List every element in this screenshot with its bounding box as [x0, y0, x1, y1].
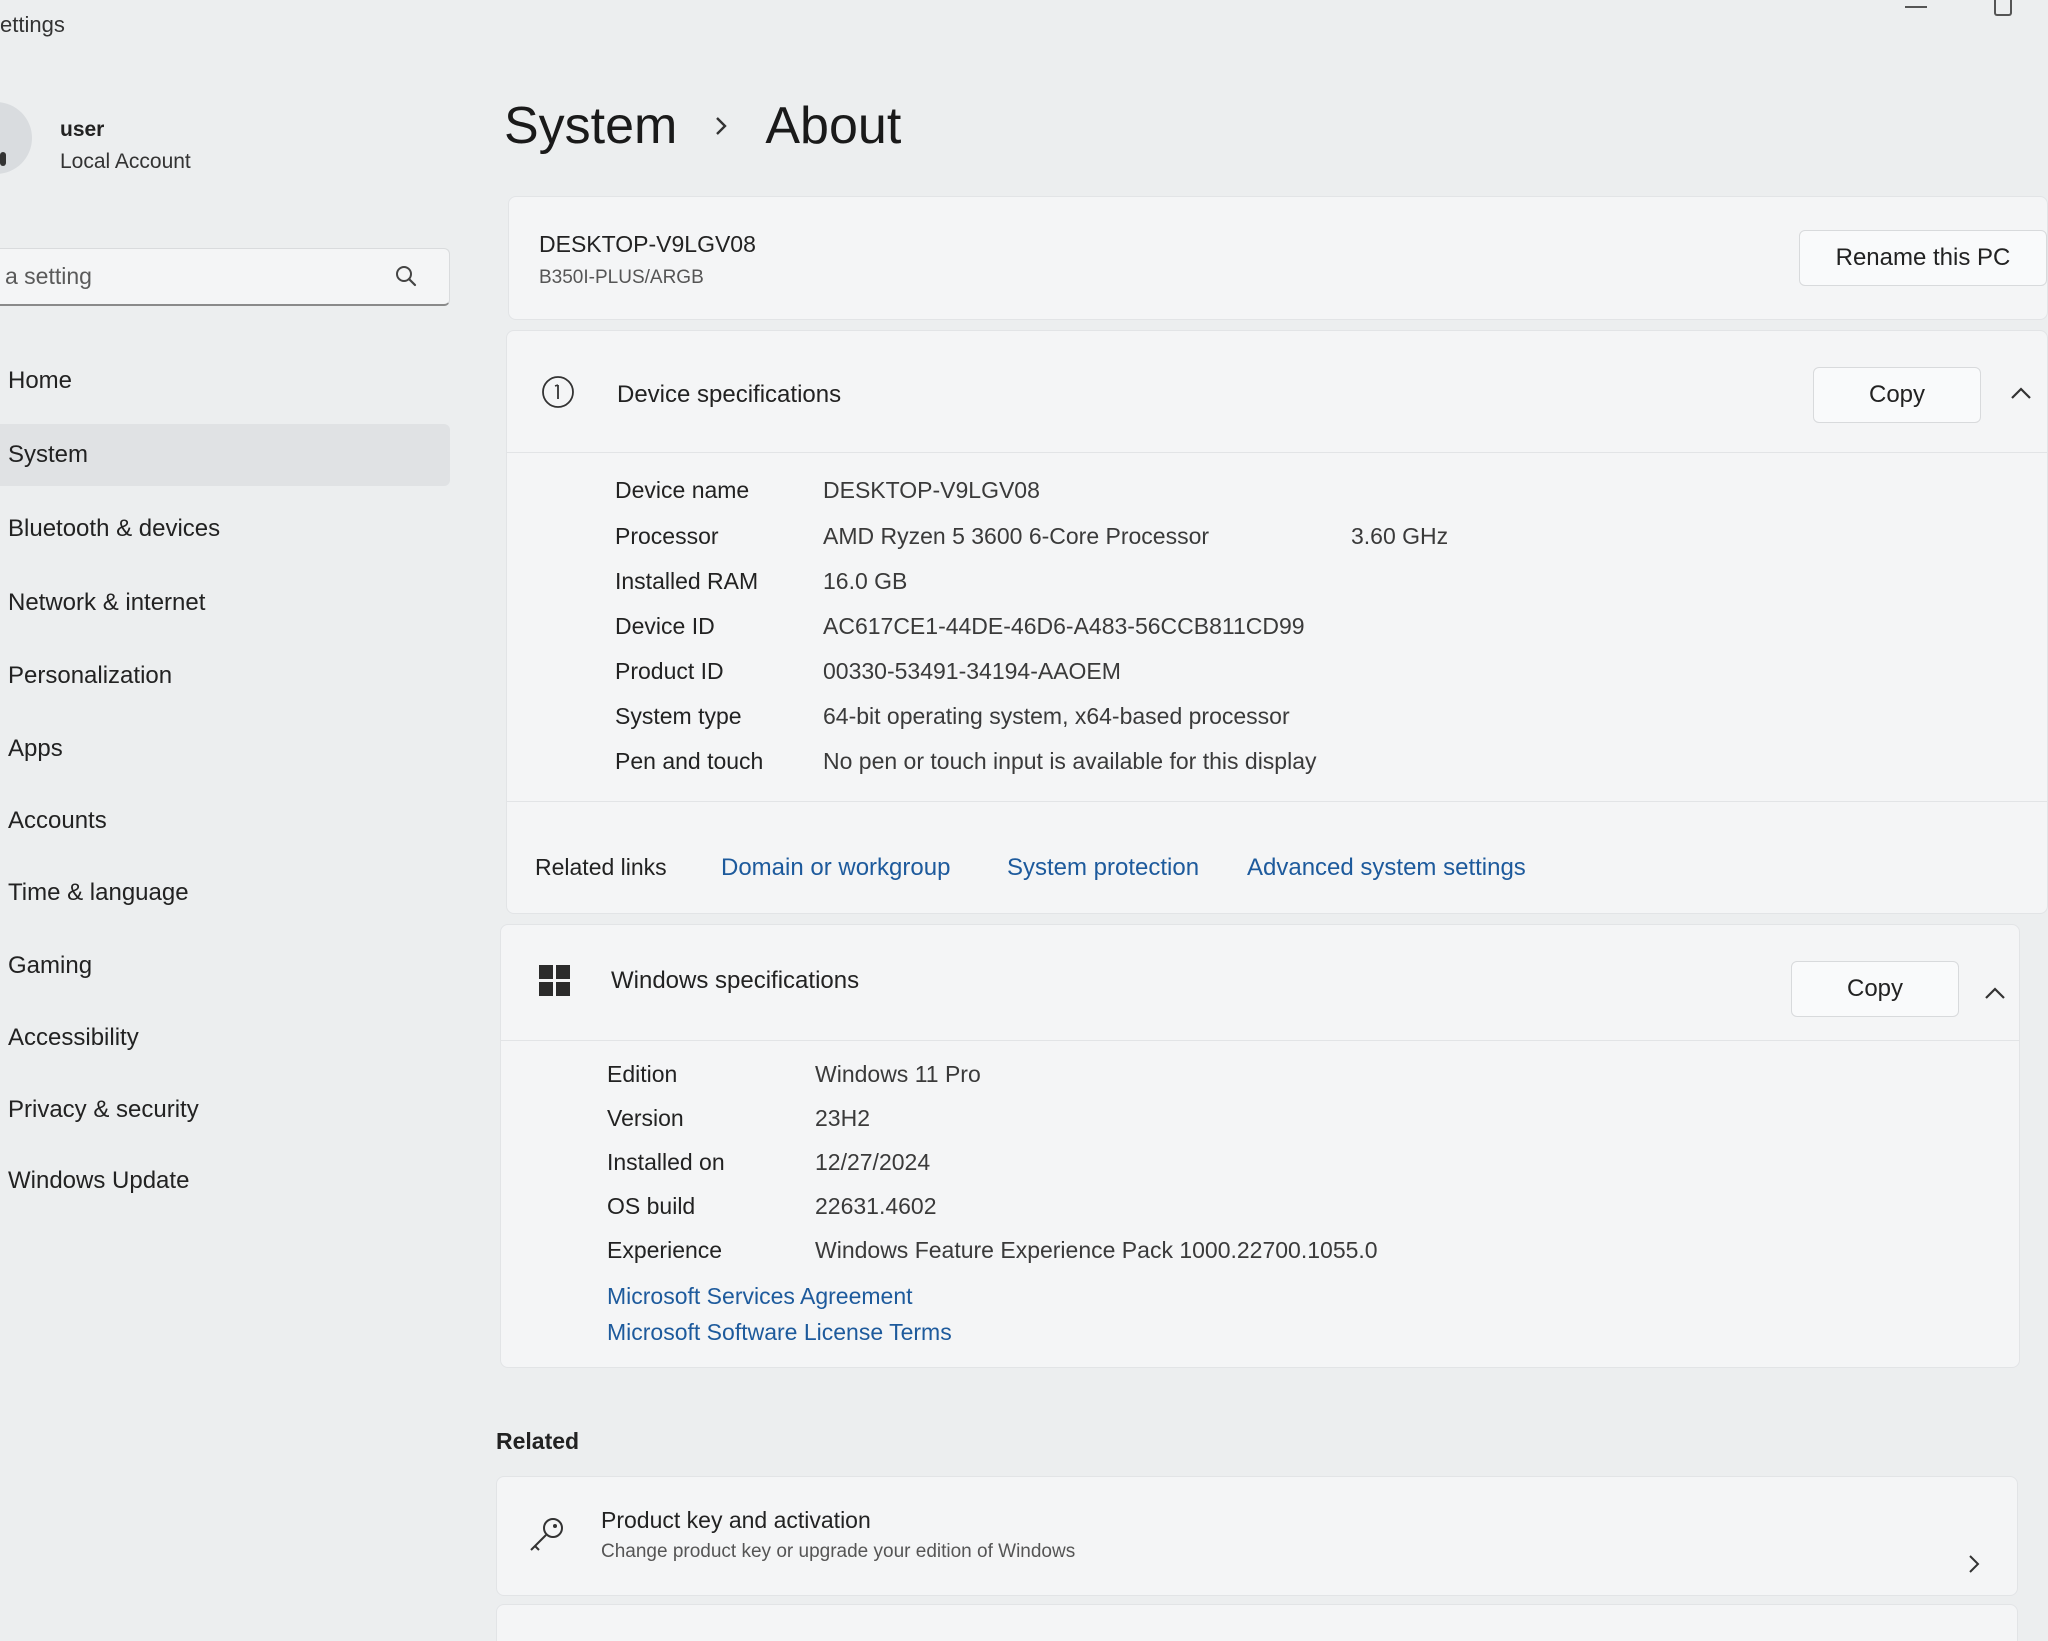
pc-model: B350I-PLUS/ARGB [539, 267, 704, 288]
chevron-up-icon[interactable] [2007, 381, 2035, 405]
user-account-type: Local Account [60, 150, 191, 173]
sidebar-item-system[interactable]: System [0, 424, 450, 486]
remote-desktop-card[interactable] [496, 1604, 2018, 1641]
breadcrumb-parent[interactable]: System [504, 96, 677, 156]
title-bar: ettings [0, 0, 2048, 50]
maximize-icon[interactable] [1994, 0, 2012, 16]
spec-value: 12/27/2024 [815, 1149, 931, 1175]
sidebar-item-privacy-security[interactable]: Privacy & security [0, 1079, 450, 1141]
device-specs-header[interactable]: Device specifications Copy [507, 331, 2047, 453]
spec-value: 22631.4602 [815, 1193, 937, 1219]
spec-label: OS build [607, 1193, 696, 1219]
key-icon [530, 1518, 563, 1551]
sidebar-item-bluetooth[interactable]: Bluetooth & devices [0, 498, 450, 560]
spec-label: Device name [615, 477, 750, 503]
spec-label: Installed on [607, 1149, 725, 1175]
spec-label: System type [615, 703, 742, 729]
spec-value: 64-bit operating system, x64-based proce… [823, 703, 1290, 729]
related-links-bar: Related links Domain or workgroup System… [507, 801, 2047, 915]
sidebar-item-home[interactable]: Home [0, 350, 450, 412]
chevron-right-icon [1969, 1555, 1980, 1573]
device-specifications-card: Device specifications Copy Device name D… [506, 330, 2048, 914]
windows-specs-header[interactable]: Windows specifications Copy [501, 925, 2019, 1041]
pc-name: DESKTOP-V9LGV08 [539, 231, 756, 257]
spec-label: Installed RAM [615, 568, 759, 594]
link-advanced-system-settings[interactable]: Advanced system settings [1247, 854, 1526, 882]
windows-specifications-card: Windows specifications Copy Edition Wind… [500, 924, 2020, 1368]
spec-label: Processor [615, 523, 719, 549]
sidebar-item-windows-update[interactable]: Windows Update [0, 1150, 450, 1212]
sidebar-item-accounts[interactable]: Accounts [0, 790, 450, 852]
spec-value: AC617CE1-44DE-46D6-A483-56CCB811CD99 [823, 613, 1305, 639]
spec-value: 00330-53491-34194-AAOEM [823, 658, 1121, 684]
link-services-agreement[interactable]: Microsoft Services Agreement [607, 1283, 913, 1310]
sidebar-item-personalization[interactable]: Personalization [0, 645, 450, 707]
windows-specs-title: Windows specifications [611, 967, 860, 994]
spec-value: 23H2 [815, 1105, 870, 1131]
link-license-terms[interactable]: Microsoft Software License Terms [607, 1319, 952, 1346]
spec-value: Windows Feature Experience Pack 1000.227… [815, 1237, 1378, 1263]
spec-value: No pen or touch input is available for t… [823, 748, 1317, 774]
spec-label: Device ID [615, 613, 715, 639]
search-icon[interactable] [393, 263, 419, 289]
spec-value: DESKTOP-V9LGV08 [823, 477, 1040, 503]
app-title: ettings [0, 12, 65, 37]
sidebar-item-time-language[interactable]: Time & language [0, 862, 450, 924]
device-specs-title: Device specifications [617, 381, 842, 408]
sidebar: user Local Account Home System Bluetooth… [0, 50, 460, 1641]
spec-label: Experience [607, 1237, 723, 1263]
rename-pc-button[interactable]: Rename this PC [1799, 230, 2047, 286]
related-heading: Related [496, 1428, 580, 1454]
chevron-up-icon[interactable] [1981, 981, 2009, 1005]
spec-label: Product ID [615, 658, 724, 684]
processor-speed: 3.60 GHz [1351, 523, 1449, 549]
spec-value: 16.0 GB [823, 568, 908, 594]
minimize-icon[interactable] [1905, 6, 1927, 8]
product-key-card[interactable]: Product key and activation Change produc… [496, 1476, 2018, 1596]
windows-logo-icon [539, 965, 571, 997]
breadcrumb: System About [504, 96, 901, 156]
link-domain-workgroup[interactable]: Domain or workgroup [721, 854, 950, 882]
spec-value: Windows 11 Pro [815, 1061, 981, 1087]
sidebar-item-network[interactable]: Network & internet [0, 572, 450, 634]
search-input[interactable] [1, 249, 381, 303]
sidebar-item-accessibility[interactable]: Accessibility [0, 1007, 450, 1069]
product-key-title: Product key and activation [601, 1507, 871, 1533]
user-name: user [60, 118, 105, 141]
page-title: About [765, 97, 902, 155]
spec-value: AMD Ryzen 5 3600 6-Core Processor [823, 523, 1210, 549]
chevron-right-icon [716, 117, 728, 135]
sidebar-item-gaming[interactable]: Gaming [0, 935, 450, 997]
avatar-edge [0, 152, 6, 166]
spec-label: Pen and touch [615, 748, 764, 774]
pc-name-card: DESKTOP-V9LGV08 B350I-PLUS/ARGB Rename t… [508, 196, 2048, 320]
search-box[interactable] [0, 248, 450, 306]
spec-label: Edition [607, 1061, 678, 1087]
sidebar-item-apps[interactable]: Apps [0, 718, 450, 780]
copy-windows-specs-button[interactable]: Copy [1791, 961, 1959, 1017]
copy-device-specs-button[interactable]: Copy [1813, 367, 1981, 423]
related-links-label: Related links [535, 854, 667, 880]
link-system-protection[interactable]: System protection [1007, 854, 1199, 882]
info-icon [542, 376, 574, 408]
product-key-subtitle: Change product key or upgrade your editi… [601, 1541, 1076, 1562]
spec-label: Version [607, 1105, 684, 1131]
